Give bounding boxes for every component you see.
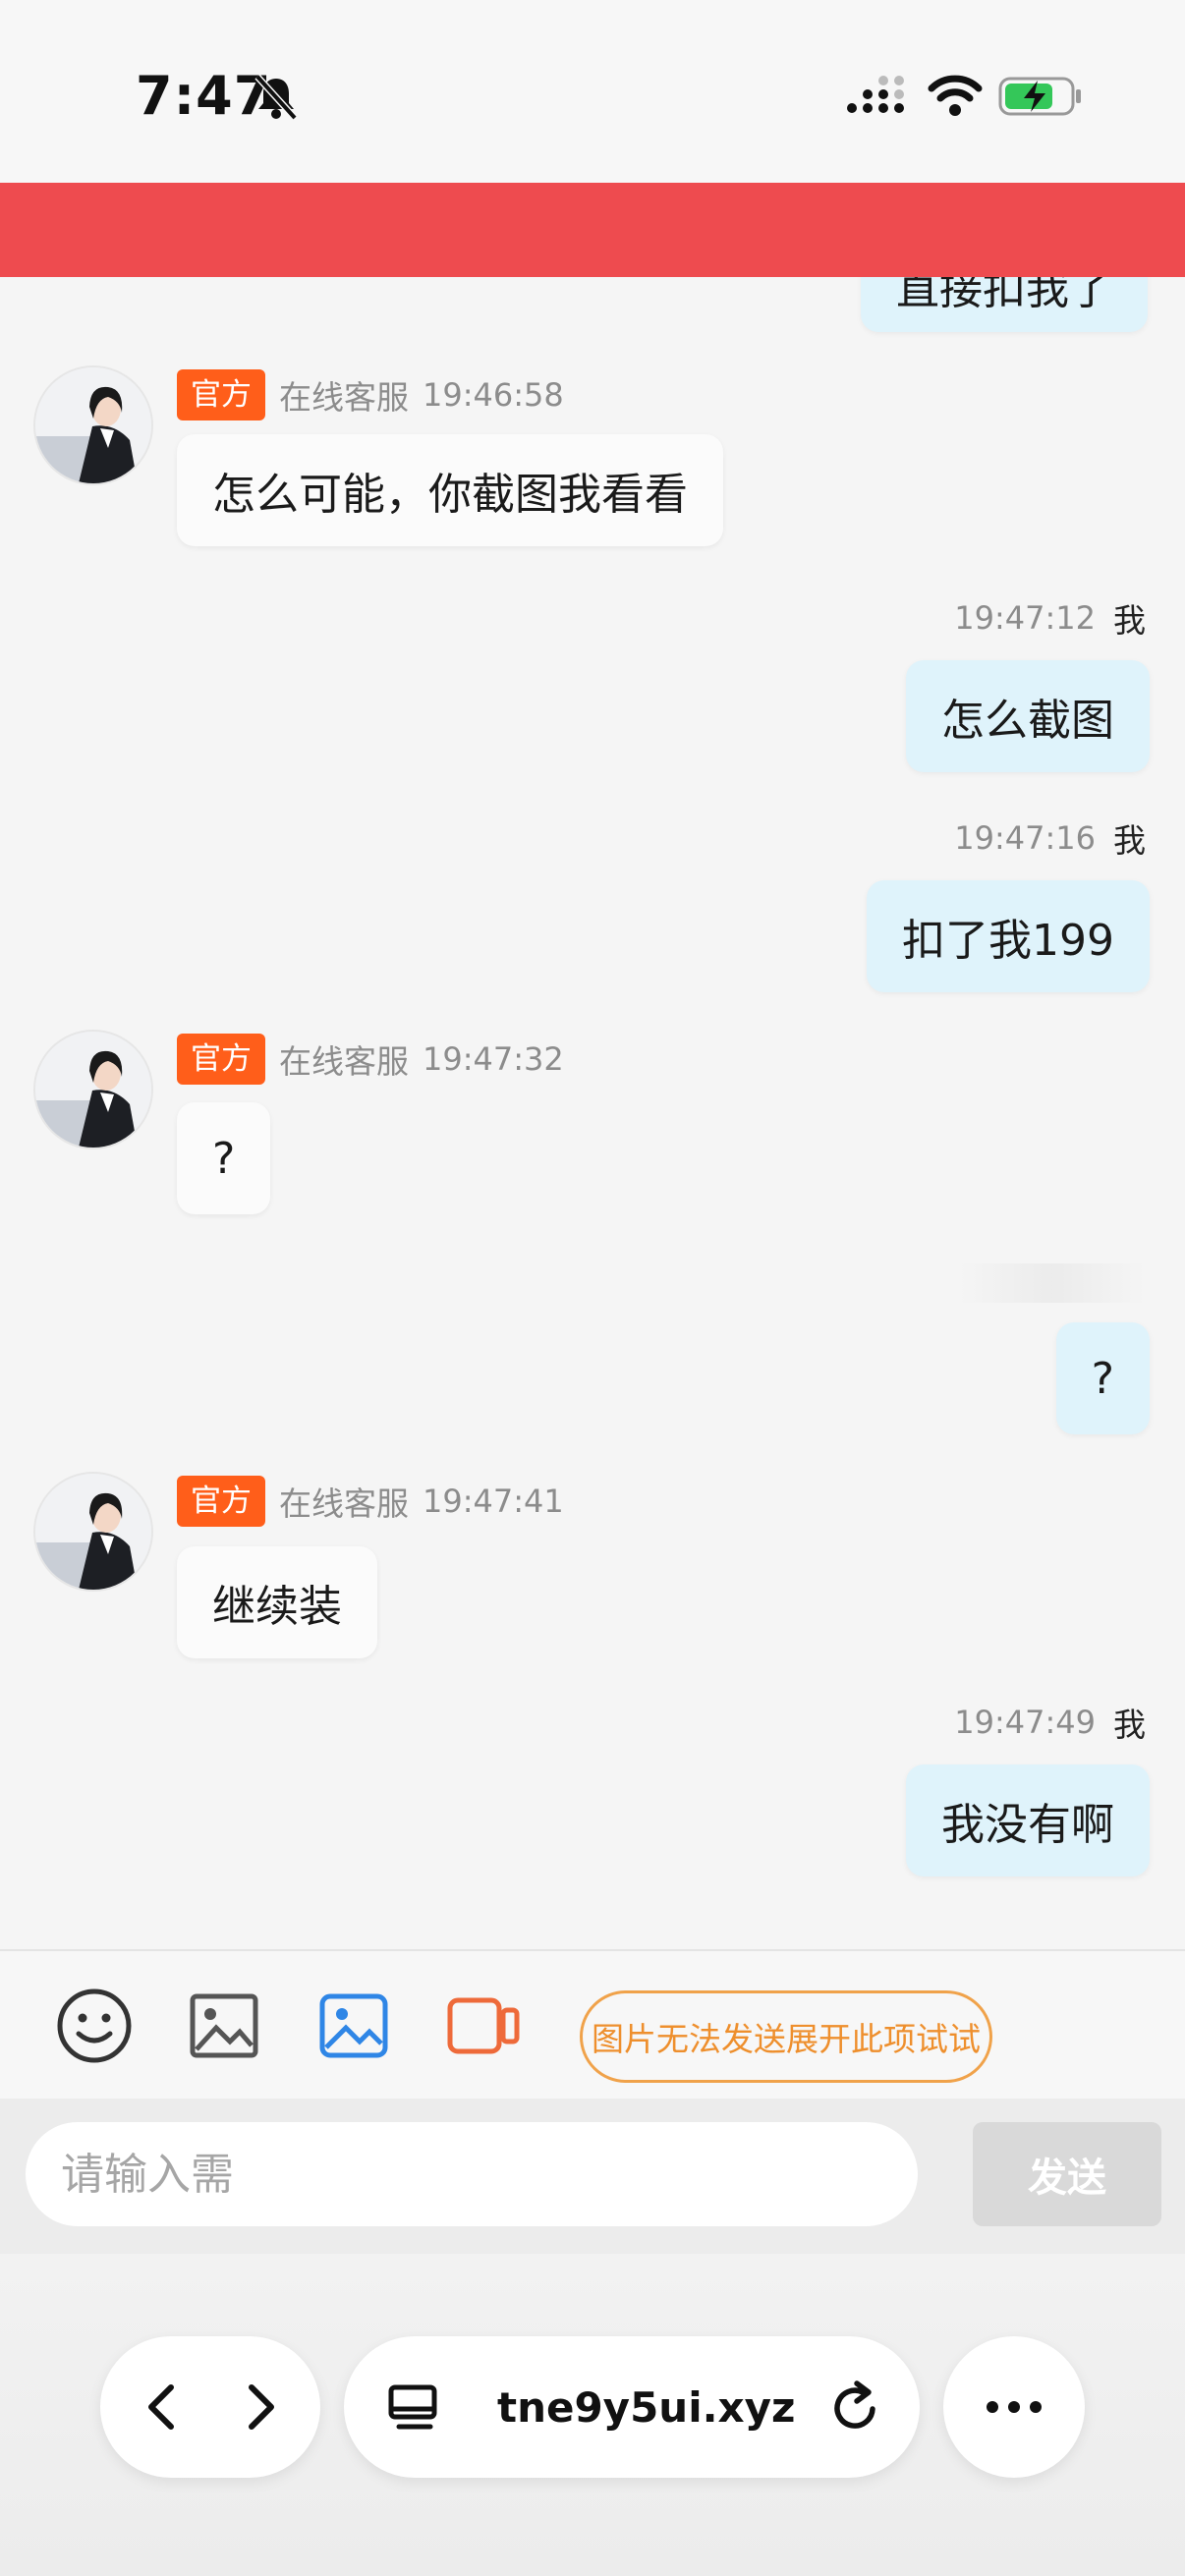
sender-name: 我 bbox=[1113, 1706, 1146, 1744]
official-badge: 官方 bbox=[177, 1034, 265, 1085]
agent-avatar[interactable] bbox=[35, 1032, 151, 1148]
emoji-icon bbox=[57, 1988, 132, 2063]
sender-name: 我 bbox=[1113, 601, 1146, 640]
official-badge: 官方 bbox=[177, 1476, 265, 1527]
message-meta: 19:47:49 我 bbox=[954, 1698, 1146, 1747]
message-bubble-outgoing: 我没有啊 bbox=[906, 1764, 1150, 1876]
emoji-button[interactable] bbox=[47, 1979, 141, 2073]
navigation-buttons bbox=[100, 2336, 320, 2478]
message-meta: 19:47:16 我 bbox=[954, 813, 1146, 863]
message-meta: 19:47:12 我 bbox=[954, 593, 1146, 643]
signal-icon bbox=[847, 76, 904, 113]
agent-photo-icon bbox=[35, 1474, 151, 1590]
send-button[interactable]: 发送 bbox=[973, 2122, 1161, 2226]
alert-banner bbox=[0, 183, 1185, 277]
message-time: 19:47:12 bbox=[954, 599, 1096, 637]
message-time: 19:47:41 bbox=[423, 1483, 564, 1520]
official-badge: 官方 bbox=[177, 369, 265, 420]
photo-icon bbox=[319, 1993, 388, 2058]
message-bubble-outgoing: 扣了我199 bbox=[867, 880, 1150, 992]
forward-icon[interactable] bbox=[232, 2380, 287, 2435]
message-bubble-outgoing: 直接扣我了 bbox=[861, 277, 1148, 332]
sender-name: 在线客服 bbox=[279, 1484, 409, 1523]
address-bar[interactable]: tne9y5ui.xyz bbox=[344, 2336, 920, 2478]
chat-area[interactable]: 直接扣我了 官方 在线客服 19:46:58 怎么可能，你截图我看看 19:47… bbox=[0, 277, 1185, 1949]
message-bubble-outgoing: ? bbox=[1055, 1322, 1150, 1434]
message-time: 19:46:58 bbox=[423, 376, 564, 414]
message-time: 19:47:32 bbox=[423, 1040, 564, 1078]
image-fallback-button[interactable]: 图片无法发送展开此项试试 bbox=[580, 1990, 992, 2083]
bell-muted-icon bbox=[254, 74, 298, 121]
tabs-icon[interactable] bbox=[387, 2383, 442, 2433]
message-meta: 官方 在线客服 19:47:41 bbox=[177, 1474, 564, 1529]
browser-bottom-bar: tne9y5ui.xyz bbox=[0, 2254, 1185, 2576]
message-bubble-incoming: 怎么可能，你截图我看看 bbox=[177, 434, 723, 546]
message-bubble-incoming: 继续装 bbox=[177, 1546, 377, 1658]
video-button[interactable] bbox=[436, 1979, 531, 2073]
more-icon bbox=[987, 2401, 1042, 2413]
message-bubble-incoming: ? bbox=[177, 1102, 271, 1214]
message-meta: 官方 在线客服 19:47:32 bbox=[177, 1032, 564, 1087]
message-time: 19:47:49 bbox=[954, 1704, 1096, 1741]
image-button[interactable] bbox=[177, 1979, 271, 2073]
photo-button[interactable] bbox=[307, 1979, 401, 2073]
wifi-icon bbox=[928, 75, 983, 116]
agent-photo-icon bbox=[35, 1032, 151, 1148]
url-text[interactable]: tne9y5ui.xyz bbox=[497, 2336, 795, 2478]
agent-photo-icon bbox=[35, 367, 151, 483]
back-icon[interactable] bbox=[136, 2380, 191, 2435]
status-bar: 7:47 bbox=[0, 0, 1185, 183]
message-meta: 官方 在线客服 19:46:58 bbox=[177, 367, 564, 422]
message-bubble-outgoing: 怎么截图 bbox=[906, 660, 1150, 772]
reload-icon[interactable] bbox=[827, 2380, 884, 2436]
message-input[interactable] bbox=[26, 2122, 918, 2226]
sender-name: 在线客服 bbox=[279, 378, 409, 417]
message-time: 19:47:16 bbox=[954, 819, 1096, 857]
video-icon bbox=[447, 1997, 520, 2054]
chat-toolbar: 图片无法发送展开此项试试 bbox=[0, 1949, 1185, 2100]
sender-name: 在线客服 bbox=[279, 1042, 409, 1081]
agent-avatar[interactable] bbox=[35, 367, 151, 483]
agent-avatar[interactable] bbox=[35, 1474, 151, 1590]
sender-name: 我 bbox=[1113, 821, 1146, 860]
status-time: 7:47 bbox=[136, 65, 272, 127]
battery-charging-icon bbox=[998, 77, 1081, 116]
obscured-meta bbox=[959, 1263, 1146, 1303]
image-icon bbox=[190, 1993, 258, 2058]
input-row: 发送 bbox=[0, 2099, 1185, 2254]
more-button[interactable] bbox=[943, 2336, 1085, 2478]
